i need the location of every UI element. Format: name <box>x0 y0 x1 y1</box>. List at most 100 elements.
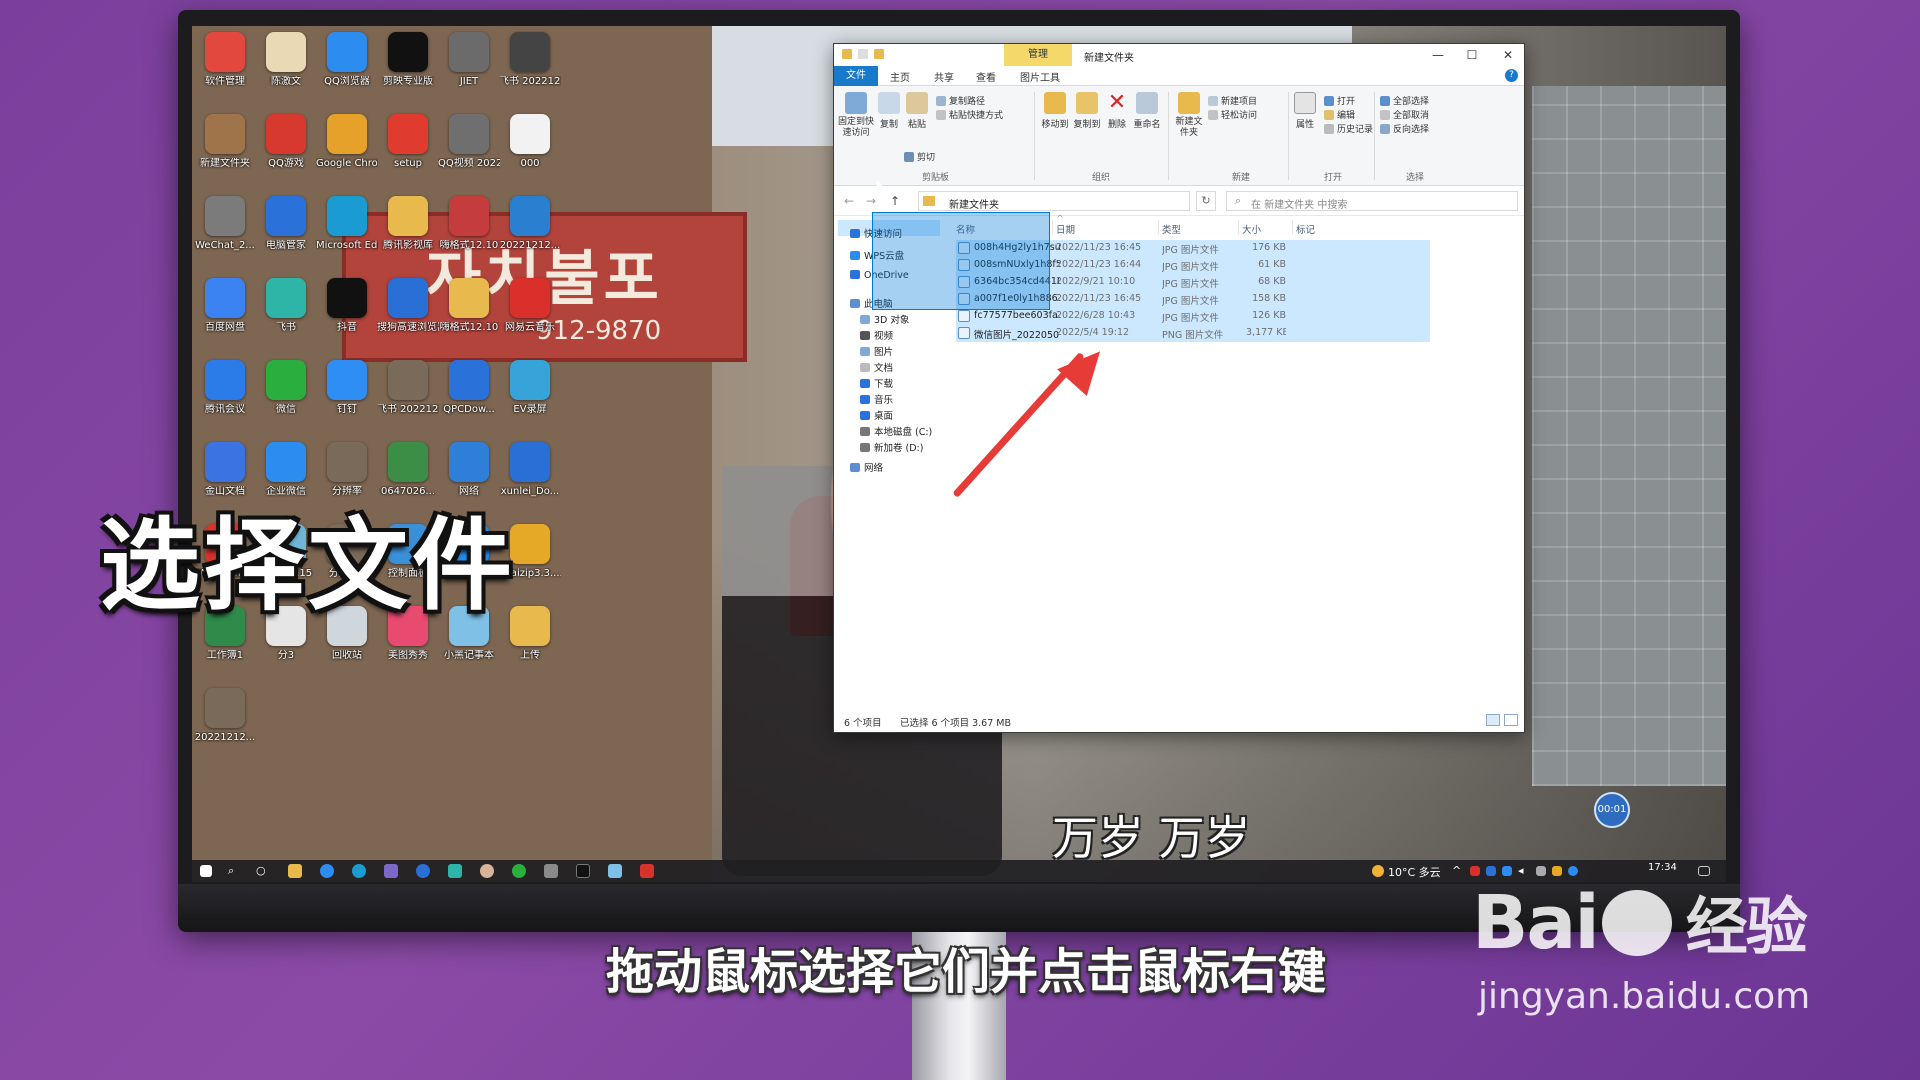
desktop-icon[interactable]: 微信 <box>255 360 317 416</box>
close-icon[interactable]: ✕ <box>1496 47 1520 63</box>
column-separator[interactable] <box>1158 220 1159 234</box>
forward-arrow-icon[interactable]: → <box>866 194 876 208</box>
edge-taskbar-icon[interactable] <box>352 864 366 878</box>
select-none-button[interactable]: 全部取消 <box>1380 108 1429 121</box>
tab-picture-tools[interactable]: 图片工具 <box>1020 69 1060 84</box>
open-button[interactable]: 打开 <box>1324 94 1355 107</box>
address-bar[interactable]: 新建文件夹 <box>918 191 1190 211</box>
desktop-icon[interactable]: 网易云音乐 <box>499 278 561 334</box>
desktop-icon[interactable]: JIET <box>438 32 500 88</box>
weather-text[interactable]: 10°C 多云 <box>1388 864 1441 880</box>
quick-access-toolbar[interactable] <box>842 49 884 59</box>
desktop-icon[interactable]: 嗨格式12.10 <box>438 196 500 252</box>
desktop-icon[interactable]: Google Chrome <box>316 114 378 170</box>
invert-selection-button[interactable]: 反向选择 <box>1380 122 1429 135</box>
chevron-up-icon[interactable]: ^ <box>1452 864 1461 877</box>
cortana-icon[interactable]: ○ <box>256 864 266 877</box>
desktop-icon[interactable]: 腾讯影视库 <box>377 196 439 252</box>
nav-item[interactable]: 图片 <box>860 344 893 358</box>
tray-icon[interactable] <box>1470 866 1480 876</box>
desktop-icon[interactable]: Microsoft Edge <box>316 196 378 252</box>
nav-item[interactable]: 桌面 <box>860 408 893 422</box>
rename-button[interactable]: 重命名 <box>1132 92 1162 130</box>
nav-item[interactable]: 文档 <box>860 360 893 374</box>
recording-timer-badge[interactable]: 00:01 <box>1594 792 1630 828</box>
app-taskbar-icon[interactable] <box>384 864 398 878</box>
wps-taskbar-icon[interactable] <box>640 864 654 878</box>
desktop-icon[interactable]: 软件管理 <box>194 32 256 88</box>
desktop-icon[interactable]: 百度网盘 <box>194 278 256 334</box>
tab-manage[interactable]: 管理 <box>1004 44 1072 66</box>
new-folder-button[interactable]: 新建文件夹 <box>1174 92 1204 139</box>
desktop-icon[interactable]: 飞书 <box>255 278 317 334</box>
copy-button[interactable]: 复制 <box>876 92 902 130</box>
nav-item[interactable]: 视频 <box>860 328 893 342</box>
notepad-taskbar-icon[interactable] <box>608 864 622 878</box>
desktop-icon[interactable]: setup <box>377 114 439 170</box>
desktop-icon[interactable]: 新建文件夹 <box>194 114 256 170</box>
desktop-icon[interactable]: WeChat_2... <box>194 196 256 252</box>
column-header-size[interactable]: 大小 <box>1242 222 1261 236</box>
tab-file[interactable]: 文件 <box>834 66 878 86</box>
maximize-icon[interactable]: ☐ <box>1460 47 1484 63</box>
sogou-browser-taskbar-icon[interactable] <box>416 864 430 878</box>
capcut-taskbar-icon[interactable] <box>576 864 590 878</box>
tray-icon[interactable] <box>1486 866 1496 876</box>
history-button[interactable]: 历史记录 <box>1324 122 1373 135</box>
select-all-button[interactable]: 全部选择 <box>1380 94 1429 107</box>
desktop-icon[interactable]: 电脑管家 <box>255 196 317 252</box>
up-arrow-icon[interactable]: ↑ <box>890 194 900 208</box>
desktop-icon[interactable]: QQ视频 20221212... <box>438 114 500 170</box>
file-explorer-taskbar-icon[interactable] <box>288 864 302 878</box>
desktop-icon[interactable]: 嗨格式12.10 <box>438 278 500 334</box>
easy-access-button[interactable]: 轻松访问 <box>1208 108 1257 121</box>
pin-to-quick-access-button[interactable]: 固定到快速访问 <box>838 92 874 139</box>
move-to-button[interactable]: 移动到 <box>1040 92 1070 130</box>
paste-shortcut-button[interactable]: 粘贴快捷方式 <box>936 108 1003 121</box>
desktop-icon[interactable]: 抖音 <box>316 278 378 334</box>
back-arrow-icon[interactable]: ← <box>844 194 854 208</box>
desktop-icon[interactable]: 钉钉 <box>316 360 378 416</box>
nav-item[interactable]: 音乐 <box>860 392 893 406</box>
desktop-icon[interactable]: 陈激文 <box>255 32 317 88</box>
new-item-button[interactable]: 新建项目 <box>1208 94 1257 107</box>
nav-item[interactable]: 3D 对象 <box>860 312 909 326</box>
desktop-icon[interactable]: 20221212... <box>499 196 561 252</box>
search-icon[interactable]: ⌕ <box>228 864 234 878</box>
minimize-icon[interactable]: — <box>1426 47 1450 63</box>
desktop-icon[interactable]: 搜狗高速浏览器 <box>377 278 439 334</box>
desktop-icon[interactable]: 飞书 20221212... <box>499 32 561 88</box>
column-header-tags[interactable]: 标记 <box>1296 222 1315 236</box>
column-separator[interactable] <box>1292 220 1293 234</box>
column-separator[interactable] <box>1238 220 1239 234</box>
column-separator[interactable] <box>1052 220 1053 234</box>
clock[interactable]: 17:34 <box>1648 862 1677 873</box>
feishu-taskbar-icon[interactable] <box>448 864 462 878</box>
windows-start-icon[interactable] <box>200 865 212 877</box>
tab-share[interactable]: 共享 <box>934 69 954 84</box>
notification-icon[interactable] <box>1698 866 1710 876</box>
refresh-icon[interactable]: ↻ <box>1196 191 1216 211</box>
column-header-date[interactable]: 日期 <box>1056 222 1075 236</box>
delete-button[interactable]: ✕ 删除 <box>1104 92 1130 131</box>
help-icon[interactable]: ? <box>1505 69 1518 82</box>
table-row[interactable]: 微信图片_2022050... 2022/5/4 19:12 PNG 图片文件 3,1… <box>956 325 1430 342</box>
tab-home[interactable]: 主页 <box>890 69 910 84</box>
desktop-icon[interactable]: QQ游戏 <box>255 114 317 170</box>
copy-to-button[interactable]: 复制到 <box>1072 92 1102 130</box>
properties-icon[interactable] <box>858 49 868 59</box>
copy-path-button[interactable]: 复制路径 <box>936 94 985 107</box>
file-explorer-window[interactable]: 管理 新建文件夹 — ☐ ✕ 文件 主页 共享 查看 图片工具 ? 固定到快速访… <box>833 43 1525 733</box>
properties-button[interactable]: 属性 <box>1292 92 1318 130</box>
new-folder-icon[interactable] <box>874 49 884 59</box>
desktop-icon[interactable]: 飞书 20221212... <box>377 360 439 416</box>
wechat-taskbar-icon[interactable] <box>512 864 526 878</box>
tray-icon[interactable] <box>1552 866 1562 876</box>
nav-item[interactable]: 本地磁盘 (C:) <box>860 424 932 438</box>
large-icons-view-icon[interactable] <box>1504 714 1518 726</box>
network-icon[interactable] <box>1536 866 1546 876</box>
weather-icon[interactable] <box>1372 865 1384 877</box>
cut-button[interactable]: 剪切 <box>904 150 935 163</box>
desktop-icon[interactable]: 20221212... <box>194 688 256 744</box>
column-header-type[interactable]: 类型 <box>1162 222 1181 236</box>
